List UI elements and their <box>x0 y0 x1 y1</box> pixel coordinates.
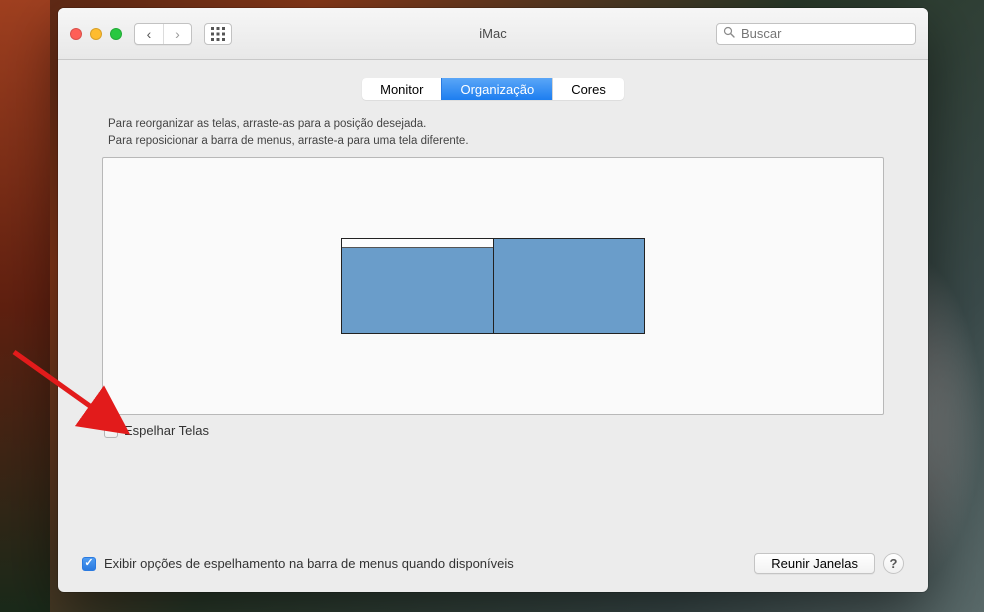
chevron-left-icon: ‹ <box>147 26 152 42</box>
search-field[interactable] <box>716 23 916 45</box>
back-button[interactable]: ‹ <box>135 24 163 44</box>
displays-group <box>341 238 645 334</box>
nav-buttons: ‹ › <box>134 23 192 45</box>
maximize-button[interactable] <box>110 28 122 40</box>
show-all-button[interactable] <box>204 23 232 45</box>
tabs-row: Monitor Organização Cores <box>58 60 928 108</box>
mirror-displays-checkbox[interactable] <box>104 424 118 438</box>
arrangement-panel: Para reorganizar as telas, arraste-as pa… <box>102 116 884 535</box>
gather-windows-button[interactable]: Reunir Janelas <box>754 553 875 574</box>
forward-button[interactable]: › <box>163 24 191 44</box>
help-button[interactable]: ? <box>883 553 904 574</box>
close-button[interactable] <box>70 28 82 40</box>
instructions-text: Para reorganizar as telas, arraste-as pa… <box>102 116 884 149</box>
traffic-lights <box>70 28 122 40</box>
segmented-tabs: Monitor Organização Cores <box>362 78 624 100</box>
window-title: iMac <box>479 26 506 41</box>
footer-row: Exibir opções de espelhamento na barra d… <box>82 553 904 574</box>
preferences-window: ‹ › iMac Moni <box>58 8 928 592</box>
tab-monitor[interactable]: Monitor <box>362 78 441 100</box>
grid-icon <box>211 27 225 41</box>
display-arrangement-area[interactable] <box>102 157 884 415</box>
window-content: Monitor Organização Cores Para reorganiz… <box>58 60 928 592</box>
display-primary[interactable] <box>341 238 493 334</box>
display-secondary[interactable] <box>493 238 645 334</box>
mirror-displays-label: Espelhar Telas <box>124 423 209 438</box>
show-mirror-options-checkbox[interactable] <box>82 557 96 571</box>
tab-colors[interactable]: Cores <box>552 78 624 100</box>
minimize-button[interactable] <box>90 28 102 40</box>
chevron-right-icon: › <box>175 26 180 42</box>
tab-organization[interactable]: Organização <box>441 78 552 100</box>
window-toolbar: ‹ › iMac <box>58 8 928 60</box>
show-mirror-options-label: Exibir opções de espelhamento na barra d… <box>104 556 514 571</box>
mirror-displays-row: Espelhar Telas <box>102 423 884 438</box>
search-input[interactable] <box>741 26 917 41</box>
search-icon <box>723 26 735 41</box>
